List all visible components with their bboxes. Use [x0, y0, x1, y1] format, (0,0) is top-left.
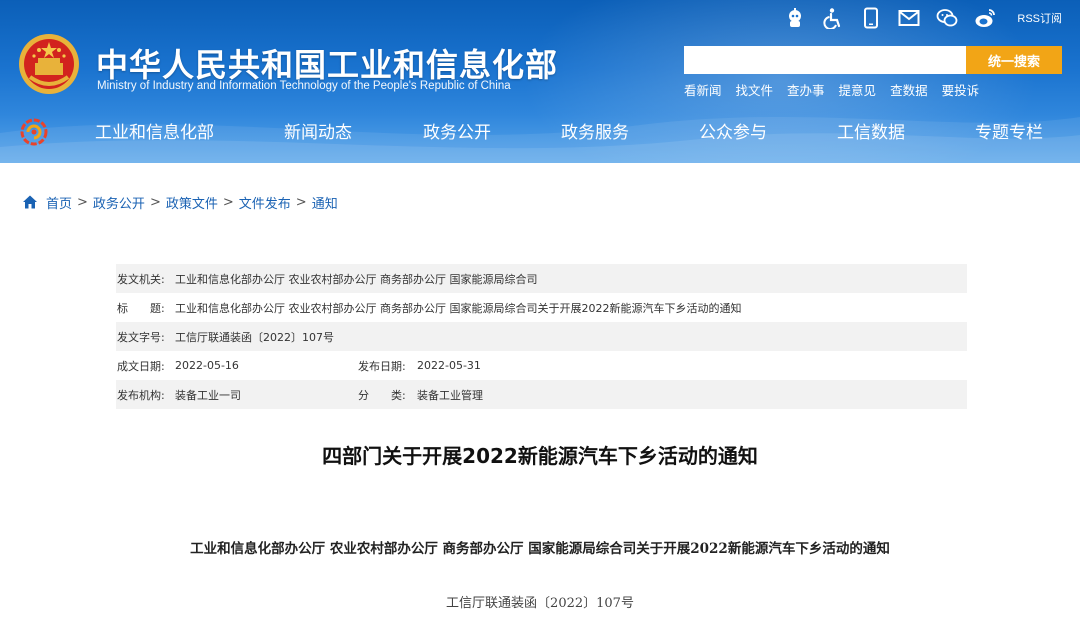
created-date-value: 2022-05-16	[175, 359, 239, 372]
mobile-icon[interactable]	[859, 6, 883, 30]
published-date-value: 2022-05-31	[417, 359, 481, 372]
wechat-icon[interactable]	[935, 6, 959, 30]
nav-special-topics[interactable]: 专题专栏	[975, 116, 1043, 150]
info-row-docno: 发文字号: 工信厅联通装函〔2022〕107号	[116, 322, 967, 351]
breadcrumb-government-affairs[interactable]: 政务公开	[93, 193, 145, 212]
docno-value: 工信厅联通装函〔2022〕107号	[175, 330, 334, 344]
article-title: 四部门关于开展2022新能源汽车下乡活动的通知	[322, 444, 758, 468]
published-date-label: 发布日期:	[358, 359, 406, 373]
breadcrumb-separator: >	[77, 194, 88, 210]
info-row-dates: 成文日期: 2022-05-16 发布日期: 2022-05-31	[116, 351, 967, 380]
nav-ministry[interactable]: 工业和信息化部	[95, 116, 214, 150]
document-info-table: 发文机关: 工业和信息化部办公厅 农业农村部办公厅 商务部办公厅 国家能源局综合…	[116, 264, 967, 409]
info-row-org: 发布机构: 装备工业一司 分 类: 装备工业管理	[116, 380, 967, 409]
accessibility-icon[interactable]	[821, 6, 845, 30]
category-label: 分 类:	[358, 388, 406, 402]
top-utility-bar: RSS订阅	[783, 6, 1062, 30]
article-document-number: 工信厅联通装函〔2022〕107号	[446, 596, 634, 611]
mail-icon[interactable]	[897, 6, 921, 30]
nav-data[interactable]: 工信数据	[837, 116, 905, 150]
breadcrumb: 首页 > 政务公开 > 政策文件 > 文件发布 > 通知	[22, 192, 338, 212]
breadcrumb-policy-documents[interactable]: 政策文件	[166, 193, 218, 212]
search-input[interactable]	[684, 46, 966, 74]
national-emblem-logo[interactable]	[18, 33, 80, 95]
breadcrumb-separator: >	[222, 194, 234, 210]
quick-link-news[interactable]: 看新闻	[684, 80, 722, 99]
breadcrumb-separator: >	[149, 194, 161, 210]
robot-icon[interactable]	[783, 6, 807, 30]
quick-links: 看新闻 找文件 查办事 提意见 查数据 要投诉	[684, 80, 979, 99]
quick-link-services[interactable]: 查办事	[787, 80, 825, 99]
title-value: 工业和信息化部办公厅 农业农村部办公厅 商务部办公厅 国家能源局综合司关于开展2…	[175, 301, 742, 315]
ministry-logo-icon[interactable]	[20, 118, 48, 146]
article-lead-heading: 工业和信息化部办公厅 农业农村部办公厅 商务部办公厅 国家能源局综合司关于开展2…	[190, 541, 890, 557]
site-header: 中华人民共和国工业和信息化部 Ministry of Industry and …	[0, 0, 1080, 163]
nav-government-affairs[interactable]: 政务公开	[423, 116, 491, 150]
quick-link-feedback[interactable]: 提意见	[839, 80, 877, 99]
breadcrumb-current-notice: 通知	[311, 196, 338, 212]
nav-news[interactable]: 新闻动态	[284, 116, 352, 150]
breadcrumb-document-release[interactable]: 文件发布	[239, 193, 291, 212]
quick-link-complaint[interactable]: 要投诉	[942, 80, 980, 99]
home-icon[interactable]	[22, 194, 38, 210]
main-nav: 工业和信息化部 新闻动态 政务公开 政务服务 公众参与 工信数据 专题专栏	[60, 116, 1080, 150]
breadcrumb-home[interactable]: 首页	[46, 193, 72, 212]
site-subtitle: Ministry of Industry and Information Tec…	[97, 80, 511, 92]
category-value: 装备工业管理	[417, 388, 483, 402]
title-label: 标 题:	[117, 301, 165, 315]
issuer-value: 工业和信息化部办公厅 农业农村部办公厅 商务部办公厅 国家能源局综合司	[175, 272, 538, 286]
quick-link-data[interactable]: 查数据	[890, 80, 928, 99]
docno-label: 发文字号:	[117, 330, 165, 344]
org-label: 发布机构:	[117, 388, 165, 402]
info-row-issuer: 发文机关: 工业和信息化部办公厅 农业农村部办公厅 商务部办公厅 国家能源局综合…	[116, 264, 967, 293]
info-row-title: 标 题: 工业和信息化部办公厅 农业农村部办公厅 商务部办公厅 国家能源局综合司…	[116, 293, 967, 322]
quick-link-files[interactable]: 找文件	[736, 80, 774, 99]
nav-public-participation[interactable]: 公众参与	[699, 116, 767, 150]
org-value: 装备工业一司	[175, 388, 241, 402]
breadcrumb-separator: >	[295, 194, 307, 210]
nav-government-services[interactable]: 政务服务	[561, 116, 629, 150]
created-date-label: 成文日期:	[117, 359, 165, 373]
unified-search-button[interactable]: 统一搜索	[966, 46, 1062, 74]
weibo-icon[interactable]	[973, 6, 997, 30]
issuer-label: 发文机关:	[117, 272, 165, 286]
rss-subscribe-link[interactable]: RSS订阅	[1017, 10, 1062, 26]
